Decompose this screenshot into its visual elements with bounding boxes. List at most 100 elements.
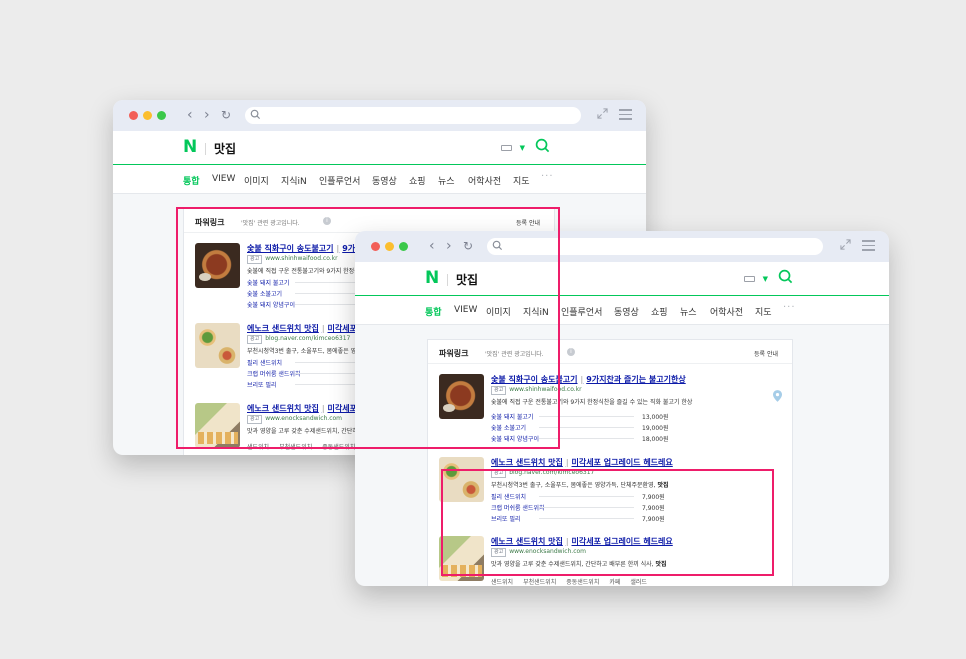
ad-title[interactable]: 숯불 직화구이 송도불고기 — [247, 244, 334, 253]
back-arrow-icon[interactable]: ‹ — [429, 238, 435, 254]
tab-dictionary[interactable]: 어학사전 — [710, 305, 743, 318]
address-bar[interactable] — [487, 238, 823, 255]
maximize-window-button[interactable] — [399, 242, 408, 251]
tab-influencer[interactable]: 인플루언서 — [561, 305, 602, 318]
tab-image[interactable]: 이미지 — [244, 174, 269, 187]
tag-link[interactable]: 부천샌드위치 — [279, 444, 312, 451]
tab-integrated[interactable]: 통합 — [425, 305, 442, 318]
minimize-window-button[interactable] — [385, 242, 394, 251]
tab-map[interactable]: 지도 — [513, 174, 530, 187]
info-icon[interactable]: i — [567, 348, 575, 356]
maximize-window-button[interactable] — [157, 111, 166, 120]
caret-down-icon[interactable]: ▼ — [763, 275, 768, 283]
sublink-label[interactable]: 숯불 소불고기 — [247, 291, 282, 298]
tab-kin[interactable]: 지식iN — [523, 305, 549, 318]
search-icon[interactable] — [535, 138, 550, 153]
tag-link[interactable]: 샌드위치 — [247, 444, 269, 451]
tag-link[interactable]: 카페 — [609, 579, 620, 586]
ad-url[interactable]: 광고 www.enocksandwich.com — [491, 548, 586, 557]
ad-url-text[interactable]: www.enocksandwich.com — [265, 415, 342, 422]
sublink-label[interactable]: 필리 샌드위치 — [247, 360, 282, 367]
tag-link[interactable]: 중동샌드위치 — [566, 579, 599, 586]
forward-arrow-icon[interactable]: › — [446, 238, 452, 254]
search-query[interactable]: 맛집 — [214, 140, 236, 157]
sublink-label[interactable]: 크랩 머쉬룸 샌드위치 — [491, 505, 545, 512]
ad-sublink[interactable]: 숯불 돼지 양념구이 18,000원 — [491, 434, 671, 443]
map-pin-icon[interactable] — [773, 390, 782, 402]
expand-icon[interactable] — [597, 108, 608, 119]
ad-thumbnail[interactable] — [439, 457, 484, 502]
ad-url-text[interactable]: www.shinhwaifood.co.kr — [509, 386, 581, 393]
ad-title[interactable]: 숯불 직화구이 송도불고기 — [491, 375, 578, 384]
ad-url-text[interactable]: blog.naver.com/kimceo6317 — [509, 469, 594, 476]
search-query[interactable]: 맛집 — [456, 271, 478, 288]
tab-influencer[interactable]: 인플루언서 — [319, 174, 360, 187]
ad-title[interactable]: 에노크 샌드위치 맛집 — [247, 404, 319, 413]
tab-video[interactable]: 동영상 — [372, 174, 397, 187]
tab-shopping[interactable]: 쇼핑 — [651, 305, 668, 318]
sublink-label[interactable]: 필리 샌드위치 — [491, 494, 526, 501]
sublink-label[interactable]: 숯불 돼지 불고기 — [491, 414, 533, 421]
refresh-icon[interactable]: ↻ — [463, 238, 473, 254]
tab-integrated[interactable]: 통합 — [183, 174, 200, 187]
address-bar[interactable] — [245, 107, 581, 124]
sublink-label[interactable]: 브리또 필리 — [491, 516, 521, 523]
ad-title-secondary[interactable]: 미각세포 업그레이드 헤드레요 — [572, 458, 673, 467]
tab-kin[interactable]: 지식iN — [281, 174, 307, 187]
ad-sublink[interactable]: 필리 샌드위치 7,900원 — [491, 492, 671, 501]
ad-url-text[interactable]: www.enocksandwich.com — [509, 548, 586, 555]
sublink-label[interactable]: 숯불 돼지 양념구이 — [491, 436, 539, 443]
register-link[interactable]: 등록 안내 — [516, 218, 540, 227]
ad-url[interactable]: 광고 blog.naver.com/kimceo6317 — [247, 335, 350, 344]
menu-icon[interactable] — [862, 240, 875, 254]
tab-more[interactable]: ··· — [783, 302, 796, 313]
register-link[interactable]: 등록 안내 — [754, 349, 778, 358]
ad-thumbnail[interactable] — [195, 243, 240, 288]
keyboard-icon[interactable] — [744, 276, 755, 282]
ad-title[interactable]: 에노크 샌드위치 맛집 — [247, 324, 319, 333]
sublink-label[interactable]: 숯불 돼지 불고기 — [247, 280, 289, 287]
tab-more[interactable]: ··· — [541, 171, 554, 182]
tab-video[interactable]: 동영상 — [614, 305, 639, 318]
ad-title-secondary[interactable]: 미각세포 업그레이드 헤드레요 — [572, 537, 673, 546]
ad-url-text[interactable]: www.shinhwaifood.co.kr — [265, 255, 337, 262]
ad-url[interactable]: 광고 blog.naver.com/kimceo6317 — [491, 469, 594, 478]
ad-title[interactable]: 에노크 샌드위치 맛집 — [491, 458, 563, 467]
ad-title-link[interactable]: 에노크 샌드위치 맛집|미각세포 업그레이드 헤드레요 — [491, 536, 673, 547]
tag-link[interactable]: 부천샌드위치 — [523, 579, 556, 586]
naver-logo[interactable]: N — [425, 270, 439, 287]
ad-thumbnail[interactable] — [439, 536, 484, 581]
sublink-label[interactable]: 브리또 필리 — [247, 382, 277, 389]
ad-sublink[interactable]: 숯불 돼지 불고기 13,000원 — [491, 412, 671, 421]
naver-logo[interactable]: N — [183, 139, 197, 156]
caret-down-icon[interactable]: ▼ — [520, 144, 525, 152]
tab-view[interactable]: VIEW — [454, 305, 477, 315]
sublink-label[interactable]: 숯불 소불고기 — [491, 425, 526, 432]
ad-title[interactable]: 에노크 샌드위치 맛집 — [491, 537, 563, 546]
ad-thumbnail[interactable] — [195, 403, 240, 448]
back-arrow-icon[interactable]: ‹ — [187, 107, 193, 123]
ad-url[interactable]: 광고 www.enocksandwich.com — [247, 415, 342, 424]
close-window-button[interactable] — [129, 111, 138, 120]
keyboard-icon[interactable] — [501, 145, 512, 151]
tab-image[interactable]: 이미지 — [486, 305, 511, 318]
minimize-window-button[interactable] — [143, 111, 152, 120]
ad-title-link[interactable]: 숯불 직화구이 송도불고기|9가지찬과 즐기는 불고기한상 — [491, 374, 686, 385]
ad-thumbnail[interactable] — [439, 374, 484, 419]
sublink-label[interactable]: 숯불 돼지 양념구이 — [247, 302, 295, 309]
expand-icon[interactable] — [840, 239, 851, 250]
forward-arrow-icon[interactable]: › — [204, 107, 210, 123]
close-window-button[interactable] — [371, 242, 380, 251]
tab-news[interactable]: 뉴스 — [680, 305, 697, 318]
ad-url[interactable]: 광고 www.shinhwaifood.co.kr — [491, 386, 582, 395]
tag-link[interactable]: 샐러드 — [630, 579, 647, 586]
tab-map[interactable]: 지도 — [755, 305, 772, 318]
tab-shopping[interactable]: 쇼핑 — [409, 174, 426, 187]
tab-news[interactable]: 뉴스 — [438, 174, 455, 187]
tab-view[interactable]: VIEW — [212, 174, 235, 184]
ad-thumbnail[interactable] — [195, 323, 240, 368]
tag-link[interactable]: 샌드위치 — [491, 579, 513, 586]
search-icon[interactable] — [778, 269, 793, 284]
ad-url-text[interactable]: blog.naver.com/kimceo6317 — [265, 335, 350, 342]
tab-dictionary[interactable]: 어학사전 — [468, 174, 501, 187]
